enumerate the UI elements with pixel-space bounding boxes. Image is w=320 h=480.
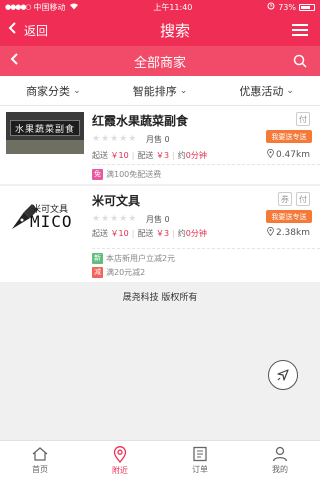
- delivery-fee-value: ￥3: [155, 229, 170, 238]
- location-pin-icon: [113, 445, 127, 463]
- signal-icon: ●●●●○: [5, 3, 32, 11]
- delivery-time-label: 约: [177, 229, 186, 238]
- chevron-down-icon: ⌄: [179, 85, 188, 96]
- sub-header-bar: 全部商家: [0, 46, 320, 76]
- battery-percent: 73%: [278, 2, 296, 12]
- shop-logo-brand: MICO: [30, 212, 73, 231]
- activity-item: 免 满100免配送费: [92, 169, 161, 180]
- activity-text: 本店新用户立减2元: [106, 254, 176, 263]
- location-icon: [267, 226, 274, 239]
- tab-nearby[interactable]: 附近: [80, 441, 160, 480]
- battery-icon: [298, 3, 315, 11]
- sub-title: 全部商家: [133, 55, 186, 71]
- shop-logo: 水果蔬菜副食: [6, 112, 84, 154]
- sub-back-button[interactable]: [0, 53, 40, 69]
- shop-distance: 2.38km: [267, 226, 310, 239]
- delivery-fee-label: 配送: [137, 151, 154, 160]
- min-order-value: ￥10: [110, 151, 129, 160]
- delivery-fee-label: 配送: [137, 229, 154, 238]
- activity-item: 减 满20元减2: [92, 267, 145, 278]
- activity-text: 满20元减2: [106, 268, 146, 277]
- copyright-text: 晟尧科技 版权所有: [122, 293, 198, 303]
- locate-floating-button[interactable]: [268, 360, 298, 390]
- delivery-time-label: 约: [177, 151, 186, 160]
- menu-button[interactable]: [280, 24, 320, 36]
- delivery-fee-value: ￥3: [155, 151, 170, 160]
- shop-meta: 起送 ￥10 | 配送 ￥3 | 约0分钟: [92, 151, 207, 160]
- coupon-tag: 券: [278, 192, 292, 206]
- chevron-down-icon: ⌄: [286, 85, 294, 96]
- shop-distance: 0.47km: [267, 148, 310, 161]
- divider: [92, 248, 320, 249]
- monthly-sales: 月售 0: [146, 215, 170, 224]
- tab-profile[interactable]: 我的: [240, 441, 320, 480]
- shop-name: 米可文具: [92, 194, 141, 208]
- shop-list-item[interactable]: 米可文具 MICO 米可文具 券 付 ★★★★★ 月售 0 我要送专送 起送 ￥…: [0, 186, 320, 282]
- tab-home[interactable]: 首页: [0, 441, 80, 480]
- status-left: ●●●●○ 中国移动: [5, 2, 79, 13]
- distance-value: 0.47km: [275, 150, 310, 160]
- search-icon: [293, 54, 307, 68]
- filter-promotions[interactable]: 优惠活动 ⌄: [213, 83, 320, 99]
- activity-item: 新 本店新用户立减2元: [92, 253, 175, 264]
- filter-sort-label: 智能排序: [132, 84, 177, 98]
- order-list-icon: [193, 446, 207, 462]
- filter-promotions-label: 优惠活动: [239, 84, 284, 98]
- activity-text: 满100免配送费: [106, 170, 162, 179]
- filter-category-label: 商家分类: [26, 84, 71, 98]
- delivery-badge: 我要送专送: [266, 210, 312, 223]
- new-user-icon: 新: [92, 253, 103, 264]
- min-order-value: ￥10: [110, 229, 129, 238]
- monthly-sales: 月售 0: [146, 135, 170, 144]
- rating-stars: ★★★★★: [92, 214, 138, 224]
- divider: [92, 164, 320, 165]
- chevron-down-icon: ⌄: [73, 85, 81, 96]
- bottom-tab-bar: 首页 附近 订单 我的: [0, 440, 320, 480]
- status-time: 上午11:40: [153, 2, 193, 12]
- min-order-label: 起送: [92, 229, 108, 238]
- filter-sort[interactable]: 智能排序 ⌄: [107, 83, 214, 99]
- hamburger-icon: [292, 24, 308, 36]
- tab-orders-label: 订单: [192, 465, 208, 474]
- alarm-icon: [267, 2, 275, 12]
- locate-icon: [277, 369, 289, 381]
- top-nav-bar: 返回 搜索: [0, 14, 320, 46]
- free-delivery-icon: 免: [92, 169, 103, 180]
- shop-logo-text: 水果蔬菜副食: [10, 120, 80, 136]
- shop-meta: 起送 ￥10 | 配送 ￥3 | 约0分钟: [92, 229, 207, 238]
- wifi-icon: [69, 2, 79, 12]
- tab-nearby-label: 附近: [112, 465, 128, 475]
- discount-icon: 减: [92, 267, 103, 278]
- delivery-time-value: 0分钟: [185, 151, 207, 160]
- page-title: 搜索: [159, 21, 190, 40]
- back-label: 返回: [24, 23, 49, 38]
- tab-home-label: 首页: [32, 465, 48, 474]
- filter-bar: 商家分类 ⌄ 智能排序 ⌄ 优惠活动 ⌄: [0, 76, 320, 106]
- chevron-left-icon: [8, 22, 16, 38]
- delivery-time-value: 0分钟: [185, 229, 207, 238]
- status-bar: ●●●●○ 中国移动 上午11:40 73%: [0, 0, 320, 14]
- payment-tag: 付: [296, 192, 310, 206]
- filter-category[interactable]: 商家分类 ⌄: [0, 83, 107, 99]
- home-icon: [32, 447, 48, 461]
- min-order-label: 起送: [92, 151, 108, 160]
- carrier-name: 中国移动: [33, 2, 66, 12]
- payment-tag: 付: [296, 112, 310, 126]
- delivery-badge: 我要送专送: [266, 130, 312, 143]
- distance-value: 2.38km: [275, 228, 310, 238]
- location-icon: [267, 148, 274, 161]
- shop-name: 红霞水果蔬菜副食: [92, 114, 189, 128]
- chevron-left-icon: [10, 53, 18, 65]
- shop-list-item[interactable]: 水果蔬菜副食 红霞水果蔬菜副食 付 ★★★★★ 月售 0 我要送专送 起送 ￥1…: [0, 106, 320, 184]
- shop-logo: 米可文具 MICO: [6, 192, 84, 234]
- search-button[interactable]: [280, 54, 320, 68]
- tab-profile-label: 我的: [272, 465, 288, 474]
- user-icon: [272, 446, 288, 462]
- rating-stars: ★★★★★: [92, 134, 138, 144]
- tab-orders[interactable]: 订单: [160, 441, 240, 480]
- status-right: 73%: [267, 2, 315, 12]
